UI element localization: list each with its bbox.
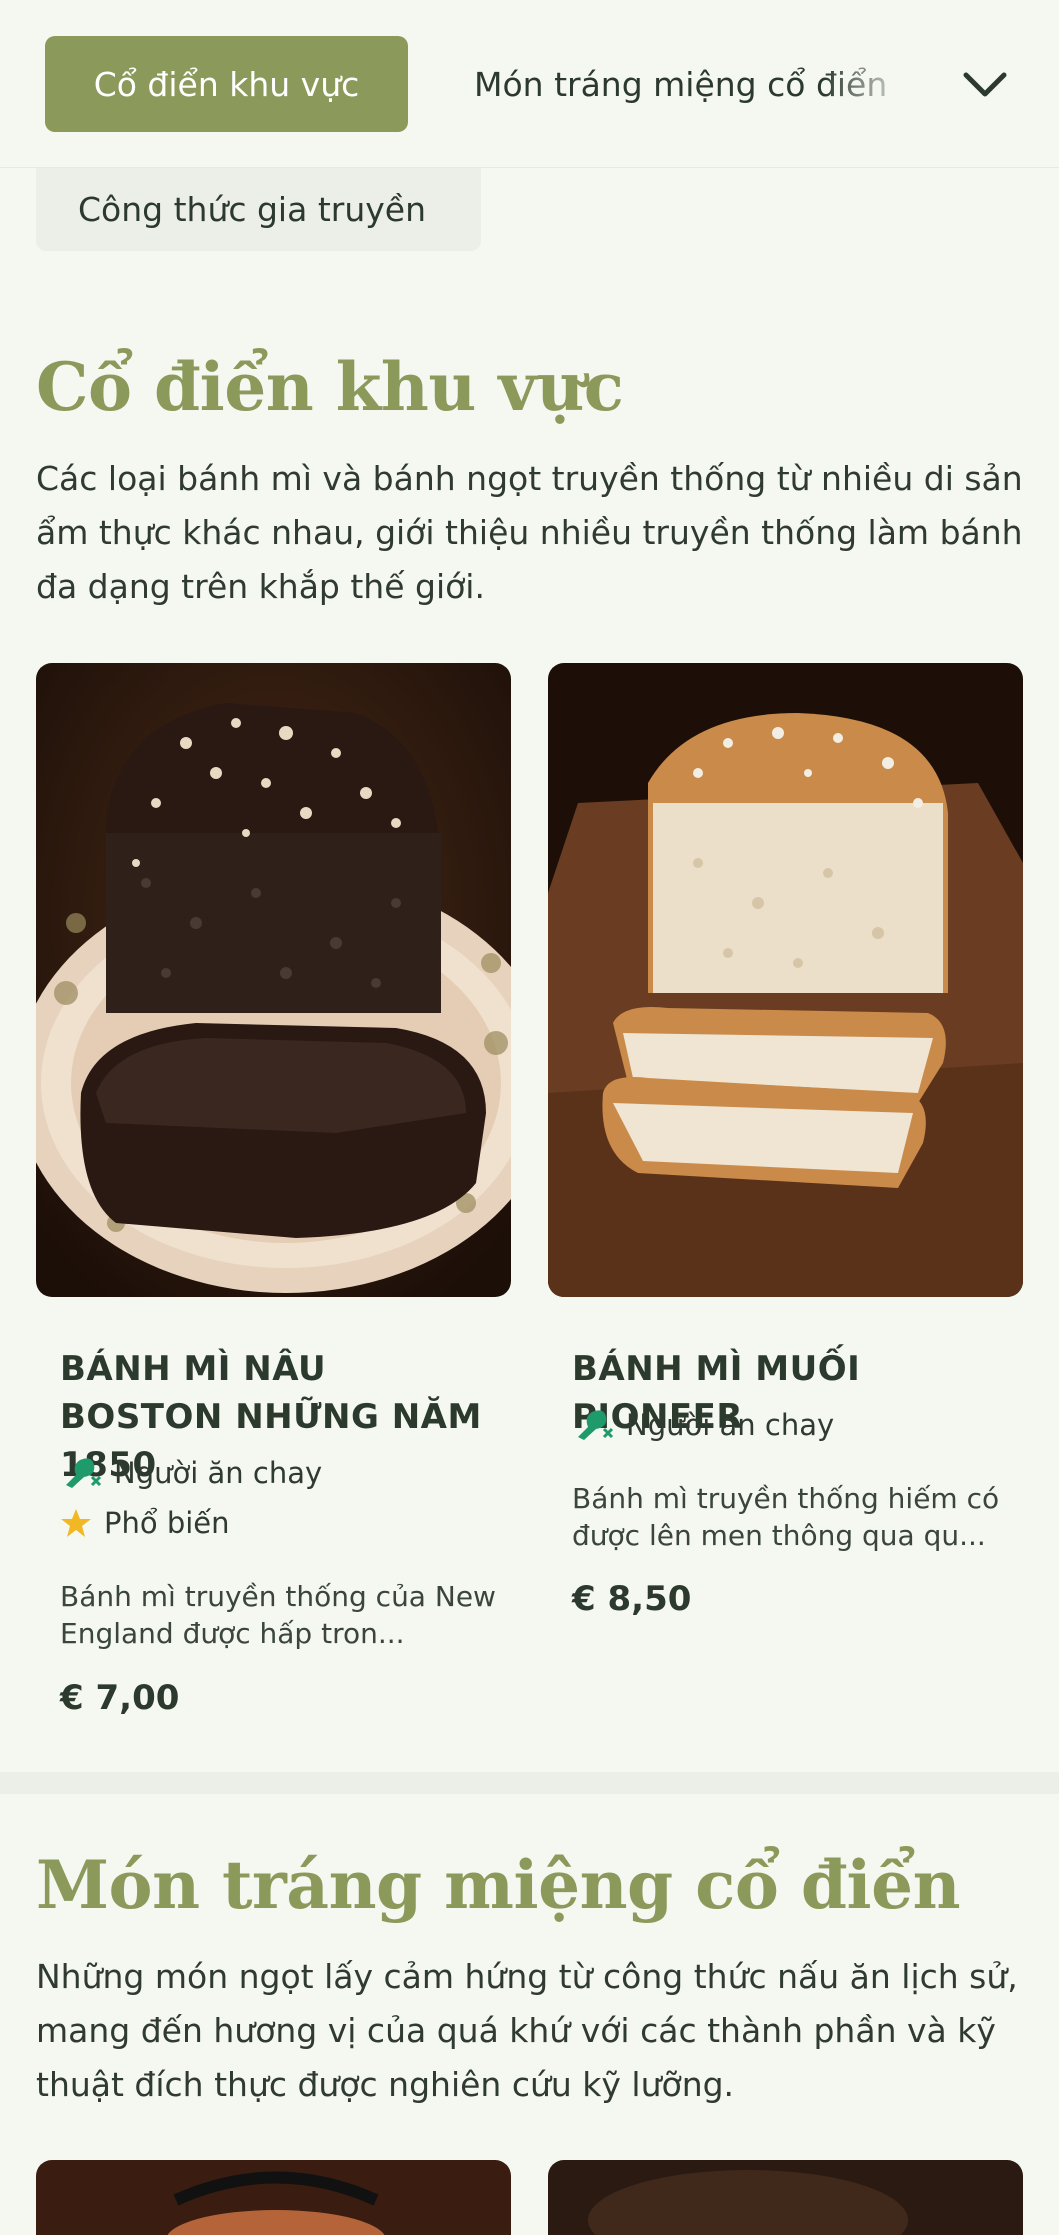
category-nav: Cổ điển khu vực Món tráng miệng cổ điển: [0, 0, 1059, 168]
tag-vegetarian: Người ăn chay: [572, 1407, 834, 1443]
tab-heirloom-recipes[interactable]: Công thức gia truyền: [36, 168, 481, 251]
product-image-pioneer-salt-bread[interactable]: [548, 663, 1023, 1297]
product-description: Bánh mì truyền thống hiếm có được lên me…: [572, 1482, 1000, 1552]
product-image-boston-brown-bread[interactable]: [36, 663, 511, 1297]
tab-classic-desserts[interactable]: Món tráng miệng cổ điển: [474, 36, 914, 132]
section-description: Các loại bánh mì và bánh ngọt truyền thố…: [36, 459, 1023, 606]
tag-popular: Phổ biến: [60, 1506, 230, 1540]
section-title: Món tráng miệng cổ điển: [36, 1846, 961, 1924]
tag-vegetarian: Người ăn chay: [60, 1455, 322, 1491]
product-image[interactable]: [36, 2160, 511, 2235]
product-price: € 8,50: [572, 1579, 692, 1619]
star-icon: [61, 1509, 91, 1537]
section-title: Cổ điển khu vực: [36, 348, 624, 426]
vegetarian-leg-icon: [578, 1410, 614, 1440]
tag-label: Phổ biến: [104, 1506, 230, 1540]
tag-label: Người ăn chay: [114, 1456, 323, 1490]
product-price: € 7,00: [60, 1678, 180, 1718]
section-divider: [0, 1772, 1059, 1794]
section-description: Những món ngọt lấy cảm hứng từ công thức…: [36, 1957, 1018, 2104]
chevron-down-icon[interactable]: [958, 58, 1012, 112]
tag-label: Người ăn chay: [626, 1408, 835, 1442]
tab-regional-classics[interactable]: Cổ điển khu vực: [45, 36, 408, 132]
vegetarian-leg-icon: [66, 1458, 102, 1488]
product-description: Bánh mì truyền thống của New England đượ…: [60, 1580, 496, 1650]
product-image[interactable]: [548, 2160, 1023, 2235]
